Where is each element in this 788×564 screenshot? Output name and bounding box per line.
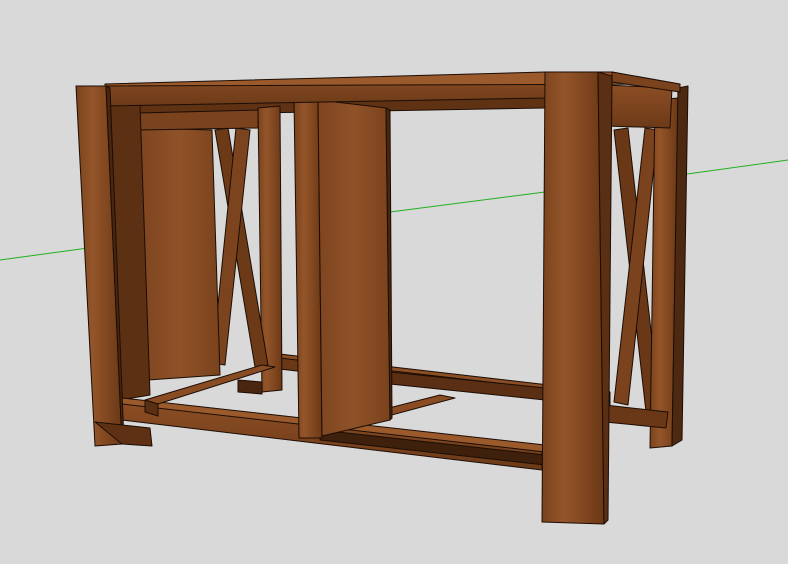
green-axis-middle[interactable] (389, 191, 546, 213)
left-back-leg-base[interactable] (237, 379, 263, 395)
model-scene[interactable] (0, 0, 788, 564)
model-viewport[interactable] (0, 0, 788, 564)
right-side-top-rail[interactable] (604, 84, 673, 129)
left-side-top-rail[interactable] (137, 109, 259, 131)
front-right-leg[interactable] (541, 71, 605, 525)
green-axis-right[interactable] (679, 159, 788, 176)
center-post[interactable] (293, 99, 323, 439)
wooden-cabinet-frame[interactable] (75, 71, 689, 525)
left-side-panel[interactable] (139, 127, 221, 381)
center-divider-panel[interactable] (317, 99, 391, 437)
